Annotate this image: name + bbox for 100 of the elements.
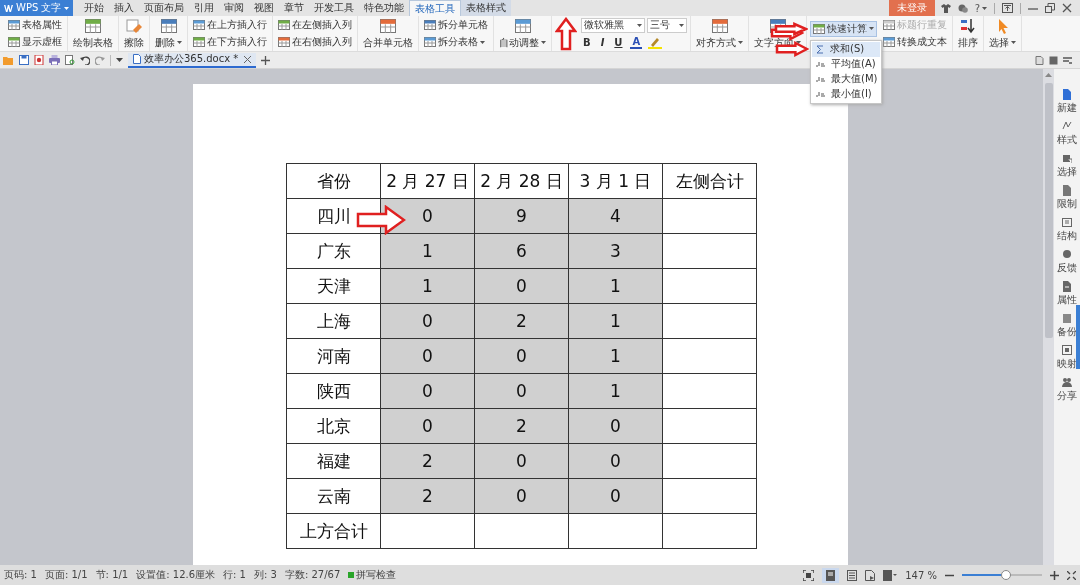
pdf-icon[interactable] — [34, 55, 44, 65]
dropdown-icon[interactable] — [116, 58, 123, 62]
zoom-in-icon[interactable] — [1050, 570, 1059, 580]
collapse-handle[interactable] — [1076, 305, 1080, 369]
ribbon-button[interactable]: 擦除 — [122, 16, 146, 51]
menu-tab[interactable]: 页面布局 — [139, 0, 190, 16]
table-cell: 2 月 28 日 — [474, 163, 569, 199]
app-menu-button[interactable]: WPS 文字 — [0, 0, 74, 16]
menu-tab[interactable]: 审阅 — [219, 0, 250, 16]
menu-item[interactable]: 最大值(M) — [812, 71, 880, 87]
plus-icon[interactable] — [261, 55, 271, 65]
ribbon-button[interactable]: 删除 — [153, 16, 184, 51]
table-cell: 1 — [380, 268, 475, 304]
table-cell: 0 — [474, 268, 569, 304]
menu-tab[interactable]: 插入 — [109, 0, 140, 16]
ribbon-button[interactable]: 对齐方式 — [694, 16, 745, 51]
font-size-field[interactable]: 三号 — [647, 17, 687, 33]
reading-view-icon[interactable] — [883, 569, 898, 581]
fit-page-icon[interactable] — [803, 569, 815, 581]
menu-tab[interactable]: 章节 — [279, 0, 310, 16]
preview-icon[interactable] — [65, 55, 75, 65]
menu-tab[interactable]: 开发工具 — [309, 0, 360, 16]
list-icon[interactable] — [1063, 55, 1072, 65]
table-cell: 0 — [474, 338, 569, 374]
menu-tab[interactable]: 表格样式 — [461, 0, 512, 16]
ribbon-button[interactable]: 在上方插入行 — [191, 17, 269, 32]
slider-thumb[interactable] — [1000, 570, 1011, 580]
ribbon-button[interactable]: 在右侧插入列 — [276, 35, 354, 50]
table-cell: 0 — [568, 408, 663, 444]
task-pane-button[interactable]: 选择 — [1057, 153, 1077, 179]
menu-tab[interactable]: 视图 — [249, 0, 280, 16]
task-pane-button[interactable]: 映射 — [1057, 345, 1077, 371]
menu-tab[interactable]: 特色功能 — [359, 0, 410, 16]
restore-icon[interactable] — [1045, 3, 1055, 13]
caret-icon — [541, 41, 546, 44]
menu-tab[interactable]: 表格工具 — [409, 0, 462, 16]
pane-icon — [1062, 217, 1072, 228]
save-icon[interactable] — [19, 55, 29, 65]
task-pane-button[interactable]: 样式 — [1057, 121, 1077, 147]
format-button[interactable]: U — [612, 37, 625, 49]
highlight-icon[interactable] — [648, 36, 663, 49]
ribbon-button[interactable]: 在下方插入行 — [191, 35, 269, 50]
task-pane-button[interactable]: 反馈 — [1057, 249, 1077, 275]
status-text: 字数: 27/67 — [284, 568, 341, 582]
zoom-slider[interactable] — [962, 570, 1042, 580]
pane-icon — [1062, 313, 1072, 324]
shirt-icon[interactable] — [940, 3, 951, 13]
quick-calc-button[interactable]: 快速计算 — [810, 20, 877, 37]
ribbon-button[interactable]: 排序 — [956, 16, 980, 51]
fullscreen-icon[interactable] — [1067, 570, 1076, 580]
undo-icon[interactable] — [80, 55, 90, 65]
task-pane-button[interactable]: 限制 — [1057, 185, 1077, 211]
close-icon[interactable] — [244, 55, 252, 63]
task-pane-button[interactable]: 结构 — [1057, 217, 1077, 243]
menu-item[interactable]: 求和(S) — [812, 41, 880, 57]
page-icon[interactable] — [1035, 55, 1044, 65]
task-pane-button[interactable]: 备份 — [1057, 313, 1077, 339]
ribbon-button[interactable]: 在左侧插入列 — [276, 17, 354, 32]
help-button[interactable]: ? — [974, 2, 987, 14]
ribbon-button[interactable]: 转换成文本 — [881, 35, 949, 50]
ribbon-button[interactable]: 拆分表格 — [422, 35, 490, 50]
format-button[interactable]: I — [598, 37, 607, 49]
ribbon-button[interactable]: 表格属性 — [6, 17, 64, 32]
document-tab[interactable]: 效率办公365.docx * — [128, 52, 257, 68]
ribbon-button[interactable]: 合并单元格 — [361, 16, 415, 51]
task-pane-button[interactable]: 分享 — [1057, 377, 1077, 403]
page-view-button[interactable] — [822, 567, 840, 583]
table-cell: 0 — [568, 443, 663, 479]
table-cell: 2 — [380, 478, 475, 514]
caret-icon — [738, 41, 743, 44]
task-pane-button[interactable]: 新建 — [1057, 89, 1077, 115]
scroll-up-icon — [1045, 73, 1052, 77]
print-icon[interactable] — [49, 55, 60, 65]
format-button[interactable]: B — [581, 37, 593, 49]
panel-icon[interactable] — [1049, 55, 1058, 65]
ribbon-button[interactable]: 选择 — [987, 16, 1018, 51]
ribbon-button[interactable]: 显示虚框 — [6, 35, 64, 50]
spell-check-toggle[interactable]: 拼写检查 — [348, 568, 397, 582]
window-top-icon[interactable] — [1002, 3, 1013, 13]
vertical-scrollbar[interactable] — [1043, 69, 1054, 565]
annotation-arrow — [356, 205, 406, 235]
chat-icon[interactable] — [957, 3, 968, 13]
table-cell: 0 — [380, 408, 475, 444]
task-pane-button[interactable]: 属性 — [1057, 281, 1077, 307]
ribbon-button[interactable]: 拆分单元格 — [422, 17, 490, 32]
format-button[interactable]: A — [630, 36, 643, 50]
caret-icon — [637, 23, 642, 27]
menu-item[interactable]: 平均值(A) — [812, 56, 880, 72]
menu-tab[interactable]: 开始 — [79, 0, 110, 16]
table-cell: 3 — [568, 233, 663, 269]
menu-tab[interactable]: 引用 — [189, 0, 220, 16]
outline-view-icon[interactable] — [847, 569, 858, 581]
table-cell: 上方合计 — [286, 513, 381, 549]
font-name-field[interactable]: 微软雅黑 — [581, 17, 645, 33]
web-view-icon[interactable] — [865, 569, 876, 581]
menu-item[interactable]: 最小值(I) — [812, 86, 880, 102]
close-icon[interactable] — [1062, 3, 1072, 13]
ribbon-button[interactable]: 绘制表格 — [71, 16, 115, 51]
ribbon-button[interactable]: 自动调整 — [497, 16, 548, 51]
logo-icon — [4, 3, 13, 13]
